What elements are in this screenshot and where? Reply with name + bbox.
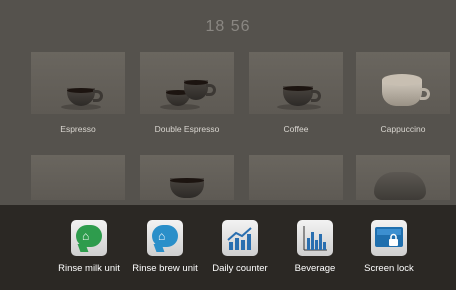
action-label: Rinse milk unit xyxy=(58,263,120,274)
action-label: Daily counter xyxy=(212,263,268,274)
beverage-photo xyxy=(140,155,234,200)
beverage-tile-cappuccino[interactable]: Cappuccino xyxy=(356,52,450,144)
clock: 18 56 xyxy=(205,18,251,35)
beverage-label: Espresso xyxy=(60,124,96,134)
beverage-photo xyxy=(249,155,343,200)
beverage-photo xyxy=(356,155,450,200)
beverage-photo xyxy=(31,155,125,200)
beverage-tile-double-espresso[interactable]: Double Espresso xyxy=(140,52,234,144)
double-espresso-photo xyxy=(140,52,234,114)
daily-counter-icon xyxy=(227,227,252,250)
screen-lock-icon xyxy=(375,227,403,247)
rinse-brew-unit-button[interactable]: ⌂ Rinse brew unit xyxy=(128,220,202,274)
espresso-photo xyxy=(31,52,125,114)
rinse-milk-unit-button[interactable]: ⌂ Rinse milk unit xyxy=(52,220,126,274)
action-label: Rinse brew unit xyxy=(132,263,198,274)
maintenance-tray: ⌂ Rinse milk unit ⌂ Rinse brew unit Dail… xyxy=(0,205,456,290)
beverage-label: Coffee xyxy=(283,124,309,134)
coffee-photo xyxy=(249,52,343,114)
beverage-tile-espresso[interactable]: Espresso xyxy=(31,52,125,144)
beverage-button[interactable]: Beverage xyxy=(278,220,352,274)
beverage-label: Double Espresso xyxy=(154,124,220,134)
daily-counter-button[interactable]: Daily counter xyxy=(203,220,277,274)
cappuccino-photo xyxy=(356,52,450,114)
screen-lock-button[interactable]: Screen lock xyxy=(352,220,426,274)
action-label: Screen lock xyxy=(364,263,414,274)
beverage-tile-coffee[interactable]: Coffee xyxy=(249,52,343,144)
action-label: Beverage xyxy=(294,263,336,274)
beverage-chart-icon xyxy=(303,226,327,251)
beverage-label: Cappuccino xyxy=(380,124,426,134)
